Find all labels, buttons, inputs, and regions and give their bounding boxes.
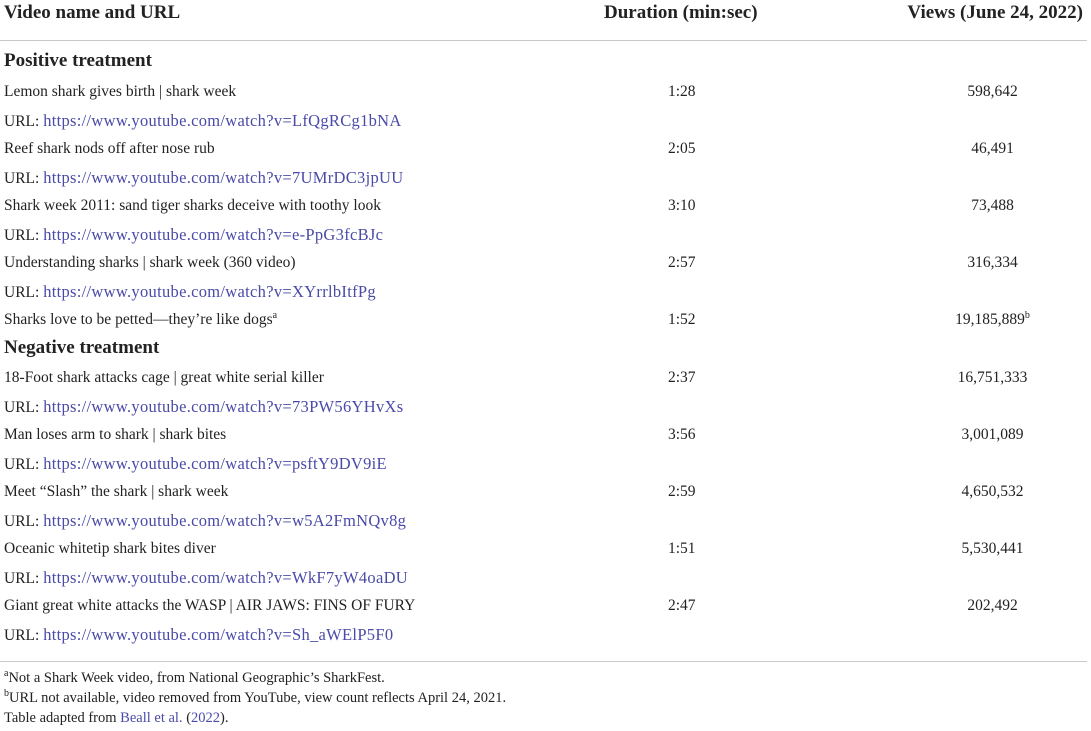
url-row: URL: https://www.youtube.com/watch?v=e-P… — [0, 225, 1087, 249]
url-row: URL: https://www.youtube.com/watch?v=w5A… — [0, 511, 1087, 535]
video-duration: 2:05 — [668, 140, 696, 157]
table-row: Giant great white attacks the WASP | AIR… — [0, 597, 1087, 621]
url-label: URL: — [4, 456, 40, 473]
video-views: 46,491 — [971, 140, 1014, 157]
video-name: Giant great white attacks the WASP | AIR… — [4, 597, 416, 614]
video-url-link[interactable]: https://www.youtube.com/watch?v=e-PpG3fc… — [43, 225, 383, 244]
url-row: URL: https://www.youtube.com/watch?v=XYr… — [0, 282, 1087, 306]
video-views: 3,001,089 — [961, 426, 1024, 443]
video-url-link[interactable]: https://www.youtube.com/watch?v=WkF7yW4o… — [43, 568, 408, 587]
video-duration: 2:47 — [668, 597, 696, 614]
video-duration: 1:51 — [668, 540, 696, 557]
table-row: Sharks love to be petted—they’re like do… — [0, 309, 1087, 335]
footnote-mark-b: b — [1024, 309, 1030, 321]
citation-link[interactable]: Beall et al. — [120, 710, 182, 726]
footnote-b-text: URL not available, video removed from Yo… — [9, 690, 507, 706]
table-bottom-rule — [0, 661, 1087, 662]
url-label: URL: — [4, 399, 40, 416]
video-name: Oceanic whitetip shark bites diver — [4, 540, 216, 557]
video-name: Meet “Slash” the shark | shark week — [4, 483, 229, 500]
url-label: URL: — [4, 513, 40, 530]
adapted-open: ( — [182, 710, 192, 726]
url-label: URL: — [4, 627, 40, 644]
url-label: URL: — [4, 570, 40, 587]
video-views: 16,751,333 — [957, 369, 1028, 386]
video-views: 316,334 — [967, 254, 1018, 271]
video-url-link[interactable]: https://www.youtube.com/watch?v=psftY9DV… — [43, 454, 387, 473]
url-row: URL: https://www.youtube.com/watch?v=7UM… — [0, 168, 1087, 192]
table-header: Video name and URL Duration (min:sec) Vi… — [0, 0, 1087, 41]
header-views: Views (June 24, 2022) — [907, 2, 1083, 23]
video-url-link[interactable]: https://www.youtube.com/watch?v=7UMrDC3j… — [43, 168, 403, 187]
url-label: URL: — [4, 227, 40, 244]
video-duration: 1:52 — [668, 311, 696, 328]
video-name: Sharks love to be petted—they’re like do… — [4, 311, 273, 328]
video-views: 5,530,441 — [961, 540, 1024, 557]
url-row: URL: https://www.youtube.com/watch?v=LfQ… — [0, 111, 1087, 135]
section-title-positive: Positive treatment — [4, 50, 152, 71]
video-views: 202,492 — [967, 597, 1018, 614]
adapted-close: ). — [220, 710, 229, 726]
footnote-mark-a: a — [272, 309, 278, 321]
video-name: 18-Foot shark attacks cage | great white… — [4, 369, 324, 386]
video-duration: 3:10 — [668, 197, 696, 214]
table-row: Shark week 2011: sand tiger sharks decei… — [0, 197, 1087, 221]
video-url-link[interactable]: https://www.youtube.com/watch?v=XYrrlbIt… — [43, 282, 376, 301]
url-row: URL: https://www.youtube.com/watch?v=Sh_… — [0, 625, 1087, 649]
header-video-name: Video name and URL — [4, 2, 181, 23]
video-views: 73,488 — [971, 197, 1014, 214]
footnote-b: bURL not available, video removed from Y… — [4, 689, 507, 707]
url-label: URL: — [4, 284, 40, 301]
video-name: Understanding sharks | shark week (360 v… — [4, 254, 296, 271]
video-url-link[interactable]: https://www.youtube.com/watch?v=w5A2FmNQ… — [43, 511, 406, 530]
video-url-link[interactable]: https://www.youtube.com/watch?v=LfQgRCg1… — [43, 111, 401, 130]
video-views: 598,642 — [967, 83, 1018, 100]
header-duration: Duration (min:sec) — [604, 2, 758, 23]
table-row: 18-Foot shark attacks cage | great white… — [0, 369, 1087, 393]
video-url-link[interactable]: https://www.youtube.com/watch?v=Sh_aWElP… — [43, 625, 393, 644]
table-source-note: Table adapted from Beall et al. (2022). — [4, 710, 229, 727]
table-row: Lemon shark gives birth | shark week 1:2… — [0, 83, 1087, 107]
adapted-prefix: Table adapted from — [4, 710, 121, 726]
table-row: Understanding sharks | shark week (360 v… — [0, 254, 1087, 278]
video-url-link[interactable]: https://www.youtube.com/watch?v=73PW56YH… — [43, 397, 403, 416]
section-title-negative: Negative treatment — [4, 337, 160, 358]
video-duration: 1:28 — [668, 83, 696, 100]
video-duration: 2:37 — [668, 369, 696, 386]
video-views: 4,650,532 — [961, 483, 1024, 500]
table-row: Oceanic whitetip shark bites diver 1:51 … — [0, 540, 1087, 564]
footnote-a: aNot a Shark Week video, from National G… — [4, 669, 385, 687]
url-label: URL: — [4, 170, 40, 187]
table-row: Man loses arm to shark | shark bites 3:5… — [0, 426, 1087, 450]
video-duration: 3:56 — [668, 426, 696, 443]
video-duration: 2:59 — [668, 483, 696, 500]
footnote-a-text: Not a Shark Week video, from National Ge… — [8, 670, 385, 686]
video-name: Man loses arm to shark | shark bites — [4, 426, 227, 443]
video-name: Lemon shark gives birth | shark week — [4, 83, 237, 100]
url-label: URL: — [4, 113, 40, 130]
video-name: Shark week 2011: sand tiger sharks decei… — [4, 197, 381, 214]
citation-year-link[interactable]: 2022 — [191, 710, 220, 726]
url-row: URL: https://www.youtube.com/watch?v=psf… — [0, 454, 1087, 478]
table-row: Meet “Slash” the shark | shark week 2:59… — [0, 483, 1087, 507]
table-row: Reef shark nods off after nose rub 2:05 … — [0, 140, 1087, 164]
video-views: 19,185,889 — [955, 311, 1025, 328]
url-row: URL: https://www.youtube.com/watch?v=WkF… — [0, 568, 1087, 592]
url-row: URL: https://www.youtube.com/watch?v=73P… — [0, 397, 1087, 421]
video-name: Reef shark nods off after nose rub — [4, 140, 215, 157]
video-duration: 2:57 — [668, 254, 696, 271]
